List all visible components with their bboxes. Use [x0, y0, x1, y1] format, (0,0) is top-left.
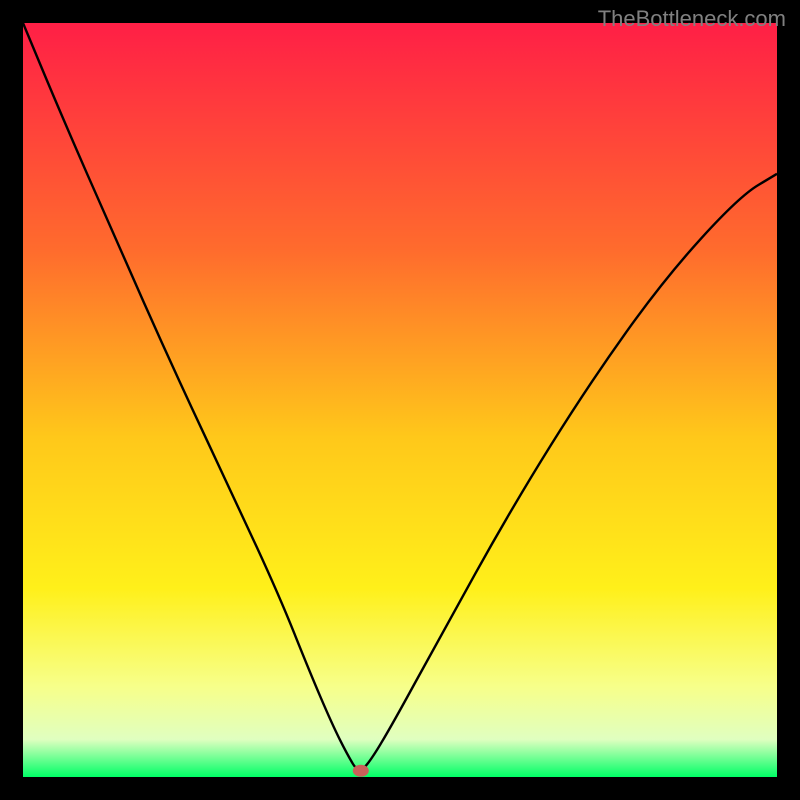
- gradient-background: [23, 23, 777, 777]
- watermark: TheBottleneck.com: [598, 6, 786, 32]
- minimum-marker: [353, 765, 369, 777]
- chart-svg: [23, 23, 777, 777]
- chart-plot-area: [23, 23, 777, 777]
